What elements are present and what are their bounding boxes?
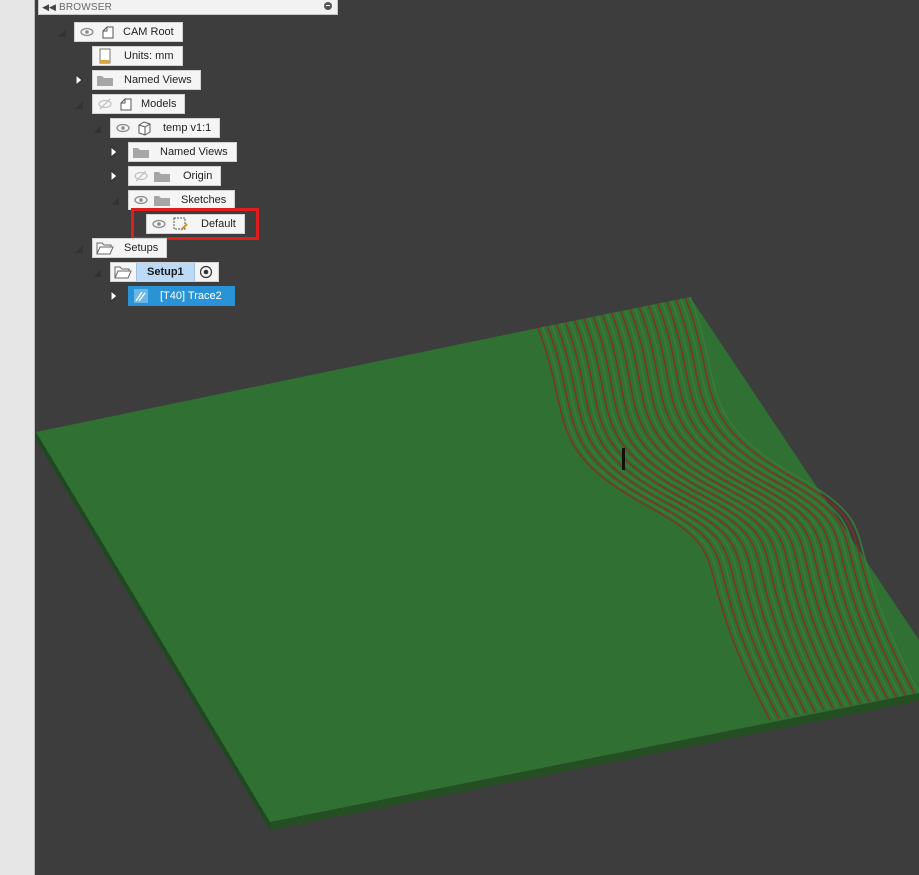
browser-title: BROWSER [59, 1, 113, 13]
tree-node-label: temp v1:1 [163, 122, 212, 134]
folder-icon [153, 167, 171, 185]
component-icon [117, 95, 135, 113]
body-icon [135, 119, 153, 137]
tree-node-setups[interactable]: Setups [92, 238, 168, 258]
eye-hidden-icon[interactable] [96, 95, 114, 113]
eye-icon[interactable] [78, 23, 96, 41]
tree-node-label: Models [141, 98, 177, 110]
tree-node-label: Named Views [160, 146, 228, 158]
tree-node-label: [T40] Trace2 [160, 290, 222, 302]
tree-node-named-views[interactable]: Named Views [92, 70, 201, 90]
tree-node-trace-toolpath[interactable]: [T40] Trace2 [128, 286, 235, 306]
toolpath-icon [132, 287, 150, 305]
eye-icon[interactable] [132, 191, 150, 209]
tree-node-units[interactable]: Units: mm [92, 46, 183, 66]
tree-node-label: Units: mm [124, 50, 174, 62]
left-panel-strip [0, 0, 35, 875]
tree-node-label: Origin [183, 170, 213, 182]
tree-node-temp-component[interactable]: temp v1:1 [110, 118, 221, 138]
tree-node-label: Named Views [124, 74, 192, 86]
component-icon [99, 23, 117, 41]
tree-node-cam-root[interactable]: CAM Root [74, 22, 183, 42]
eye-icon[interactable] [114, 119, 132, 137]
folder-icon [153, 191, 171, 209]
folder-icon [132, 143, 150, 161]
tree-node-label: CAM Root [123, 26, 174, 38]
open-folder-icon [96, 239, 114, 257]
cam-workspace: ◀◀ BROWSER CAM Root Units: mm Named View… [0, 0, 919, 875]
tree-node-origin[interactable]: Origin [128, 166, 222, 186]
tree-node-named-views-inner[interactable]: Named Views [128, 142, 237, 162]
collapse-arrows-icon[interactable]: ◀◀ [39, 2, 59, 13]
highlight-annotation [131, 208, 259, 240]
tree-node-label: Sketches [181, 194, 227, 206]
tree-node-models[interactable]: Models [92, 94, 186, 114]
tree-node-label: Setup1 [136, 263, 195, 281]
tree-node-label: Setups [124, 242, 159, 254]
browser-panel-header: ◀◀ BROWSER [38, 0, 338, 15]
open-folder-icon [114, 263, 132, 281]
tree-node-setup1[interactable]: Setup1 [110, 262, 219, 282]
active-setup-target-icon[interactable] [197, 263, 215, 281]
eye-hidden-icon[interactable] [132, 167, 150, 185]
tree-node-sketches[interactable]: Sketches [128, 190, 236, 210]
folder-icon [96, 71, 114, 89]
pin-icon[interactable] [319, 1, 337, 13]
tool-bit [622, 448, 625, 470]
units-document-icon [96, 47, 114, 65]
